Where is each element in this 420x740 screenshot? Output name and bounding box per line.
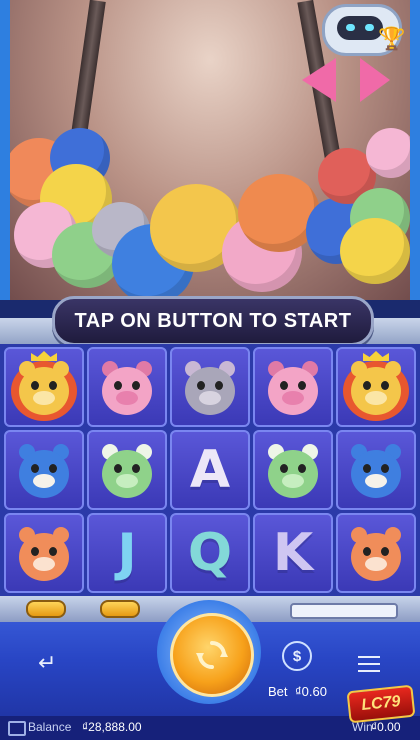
reel-cell <box>336 430 416 510</box>
brand-logo-text: LC79 <box>360 693 402 715</box>
bet-value: ₫0.60 <box>295 684 327 699</box>
bet-label: Bet <box>268 684 288 699</box>
penguin-symbol-icon <box>15 440 73 500</box>
wallet-icon <box>8 721 26 736</box>
reel-cell <box>253 347 333 427</box>
tiger-symbol-icon <box>347 523 405 583</box>
coin-light-left <box>26 600 66 618</box>
letter-k-symbol: K <box>272 523 314 583</box>
hamburger-menu-icon[interactable] <box>358 656 380 672</box>
reel-cell: A <box>170 430 250 510</box>
reel-cell <box>87 430 167 510</box>
letter-q-symbol: Q <box>187 523 233 583</box>
coin-dollar-icon[interactable]: $ <box>282 641 312 671</box>
coin-light-right <box>100 600 140 618</box>
frog-symbol-icon <box>98 440 156 500</box>
undo-arrow-icon[interactable]: ↵ <box>38 650 56 676</box>
tiger-symbol-icon <box>15 523 73 583</box>
reel-cell <box>170 347 250 427</box>
progress-slot <box>290 603 398 619</box>
reel-cell: Q <box>170 513 250 593</box>
balance-label: Balance <box>28 720 72 734</box>
reel-cell <box>253 430 333 510</box>
start-banner-text: TAP ON BUTTON TO START <box>74 309 352 332</box>
brand-logo: LC79 <box>346 684 416 724</box>
reel-cell <box>4 347 84 427</box>
game-screen: 🏆 TAP ON BUTTON TO START AJQK ↵ $ Bet ₫0… <box>0 0 420 740</box>
reel-cell <box>336 513 416 593</box>
reel-cell <box>4 513 84 593</box>
balance-value: ₫28,888.00 <box>82 720 142 734</box>
machine-glass-frame <box>0 0 420 300</box>
mouse-symbol-icon <box>181 357 239 417</box>
reel-cell <box>4 430 84 510</box>
letter-j-symbol: J <box>117 523 137 583</box>
spin-button[interactable] <box>170 613 254 697</box>
start-banner: TAP ON BUTTON TO START <box>52 296 374 346</box>
reel-grid: AJQK <box>4 347 416 593</box>
penguin-symbol-icon <box>347 440 405 500</box>
claw-machine-scene: 🏆 <box>0 0 420 304</box>
spin-arrows-icon <box>196 641 228 669</box>
pig-symbol-icon <box>98 357 156 417</box>
lion-symbol-icon <box>11 351 77 421</box>
pig-symbol-icon <box>264 357 322 417</box>
reel-cell <box>87 347 167 427</box>
letter-a-symbol: A <box>189 440 231 500</box>
reel-cell <box>336 347 416 427</box>
lion-symbol-icon <box>343 351 409 421</box>
win-value: ₫0.00 <box>371 720 401 734</box>
reel-cell: J <box>87 513 167 593</box>
reel-cell: K <box>253 513 333 593</box>
frog-symbol-icon <box>264 440 322 500</box>
